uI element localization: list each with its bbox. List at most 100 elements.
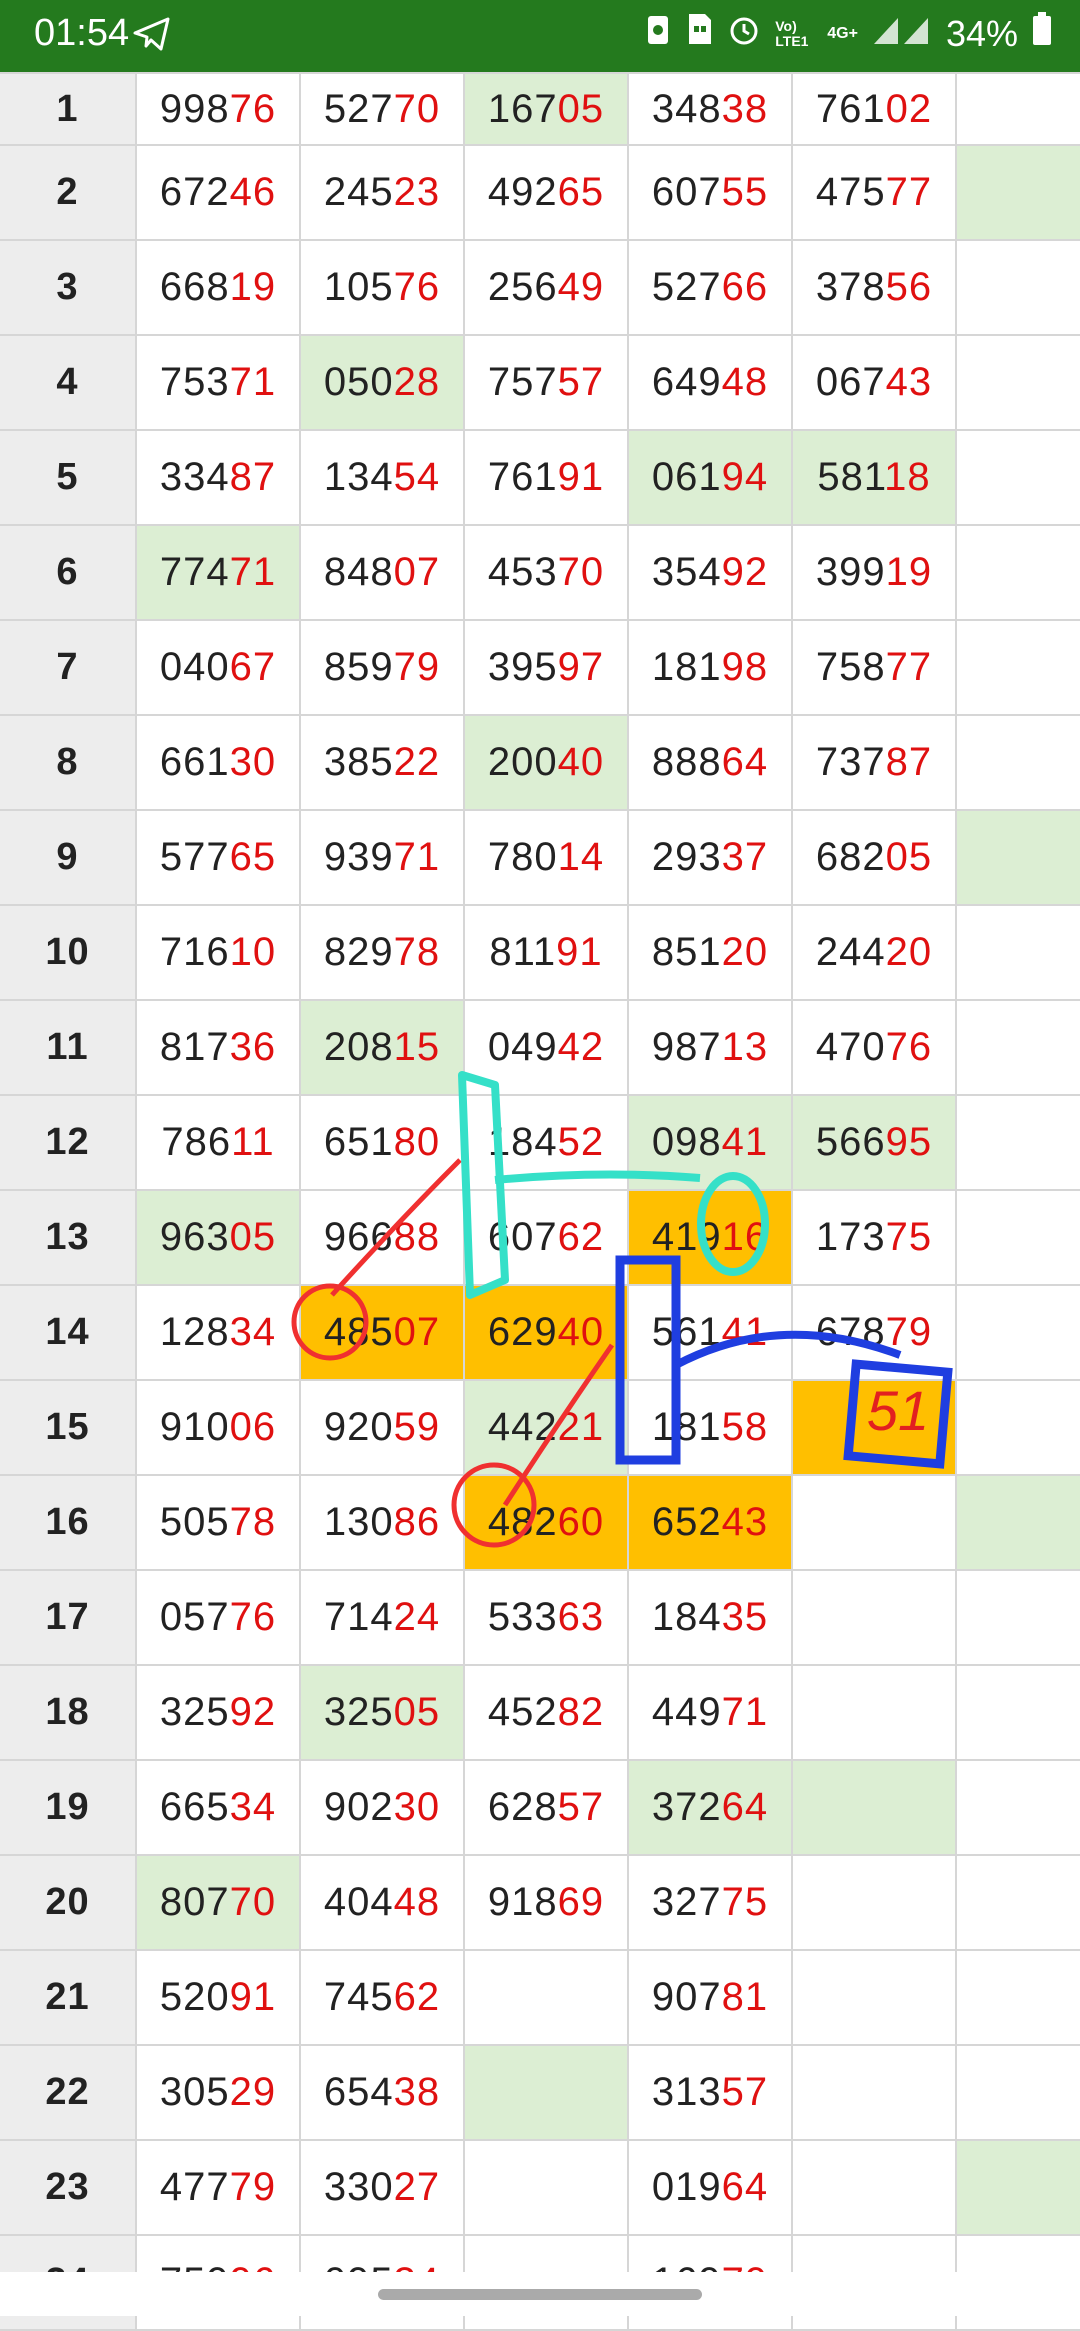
cell-tail-digits: 67: [229, 645, 277, 689]
table-cell: 32775: [627, 1854, 793, 1951]
table-cell: 52766: [627, 239, 793, 336]
table-cell: 64948: [627, 334, 793, 431]
table-cell: [955, 1189, 1080, 1286]
table-cell: 44221: [463, 1379, 629, 1476]
table-cell: [791, 2044, 957, 2141]
cell-lead-digits: 040: [159, 645, 230, 689]
cell-tail-digits: 78: [229, 1500, 277, 1544]
cell-lead-digits: 334: [159, 455, 230, 499]
table-cell: 30529: [135, 2044, 301, 2141]
cell-lead-digits: 561: [651, 1310, 722, 1354]
status-time: 01:54: [34, 12, 130, 54]
table-cell: 91006: [135, 1379, 301, 1476]
cell-tail-digits: 48: [393, 1880, 441, 1924]
table-cell: [955, 1474, 1080, 1571]
row-number: 8: [0, 714, 137, 811]
cell-lead-digits: 050: [323, 360, 394, 404]
table-cell: 90781: [627, 1949, 793, 2046]
table-cell: 99876: [135, 72, 301, 146]
table-cell: 80770: [135, 1854, 301, 1951]
cell-lead-digits: 661: [159, 740, 230, 784]
table-cell: 37264: [627, 1759, 793, 1856]
table-row: 4 75371 05028 75757 64948 06743: [0, 334, 1080, 431]
table-cell: 65243: [627, 1474, 793, 1571]
cell-tail-digits: 10: [229, 930, 277, 974]
cell-tail-digits: 16: [721, 1215, 769, 1259]
cell-tail-digits: 02: [885, 86, 933, 131]
cell-lead-digits: 419: [651, 1215, 722, 1259]
signal-icon: [872, 13, 932, 55]
cell-tail-digits: 70: [557, 550, 605, 594]
alarm-icon: [727, 12, 761, 55]
cell-tail-digits: 65: [229, 835, 277, 879]
table-cell: 47076: [791, 999, 957, 1096]
row-number: 20: [0, 1854, 137, 1951]
cell-lead-digits: 939: [323, 835, 394, 879]
table-row: 23 47779 33027 01964: [0, 2139, 1080, 2236]
cell-lead-digits: 325: [159, 1690, 230, 1734]
table-cell: 29337: [627, 809, 793, 906]
cell-tail-digits: 86: [393, 1500, 441, 1544]
cell-tail-digits: 58: [721, 1405, 769, 1449]
cell-tail-digits: 07: [393, 550, 441, 594]
table-cell: 47577: [791, 144, 957, 241]
cell-lead-digits: 920: [323, 1405, 394, 1449]
cell-lead-digits: 256: [487, 265, 558, 309]
table-cell: [463, 2044, 629, 2141]
table-cell: 18435: [627, 1569, 793, 1666]
row-number: 10: [0, 904, 137, 1001]
navigation-handle[interactable]: [378, 2289, 702, 2300]
table-cell: 20815: [299, 999, 465, 1096]
cell-lead-digits: 811: [489, 930, 557, 974]
cell-tail-digits: 54: [393, 455, 441, 499]
cell-lead-digits: 475: [815, 170, 886, 214]
cell-tail-digits: 11: [231, 1120, 275, 1164]
cell-lead-digits: 482: [487, 1500, 558, 1544]
cell-tail-digits: 77: [885, 170, 933, 214]
table-cell: 50578: [135, 1474, 301, 1571]
cell-lead-digits: 807: [159, 1880, 230, 1924]
row-number: 5: [0, 429, 137, 526]
cell-tail-digits: 57: [721, 2070, 769, 2114]
cell-lead-digits: 061: [651, 455, 722, 499]
cell-lead-digits: 918: [487, 1880, 558, 1924]
cell-tail-digits: 76: [393, 265, 441, 309]
table-row: 3 66819 10576 25649 52766 37856: [0, 239, 1080, 336]
cell-lead-digits: 167: [487, 86, 558, 131]
cell-lead-digits: 652: [651, 1500, 722, 1544]
table-cell: 06743: [791, 334, 957, 431]
cell-lead-digits: 714: [323, 1595, 394, 1639]
cell-lead-digits: 665: [159, 1785, 230, 1829]
cell-tail-digits: 78: [393, 930, 441, 974]
cell-tail-digits: 24: [393, 1595, 441, 1639]
table-cell: 24523: [299, 144, 465, 241]
cell-tail-digits: 15: [393, 1025, 441, 1069]
cell-tail-digits: 30: [393, 1785, 441, 1829]
table-cell: 74562: [299, 1949, 465, 2046]
cell-tail-digits: 35: [721, 1595, 769, 1639]
table-row: 18 32592 32505 45282 44971: [0, 1664, 1080, 1761]
table-cell: 33487: [135, 429, 301, 526]
cell-tail-digits: 05: [557, 86, 605, 131]
cell-lead-digits: 678: [815, 1310, 886, 1354]
cell-lead-digits: 963: [159, 1215, 230, 1259]
row-number: 1: [0, 72, 137, 146]
table-cell: [955, 619, 1080, 716]
cell-lead-digits: 453: [487, 550, 558, 594]
table-cell: 62940: [463, 1284, 629, 1381]
table-cell: [955, 1379, 1080, 1476]
table-cell: 04942: [463, 999, 629, 1096]
table-cell: [955, 72, 1080, 146]
table-cell: 13454: [299, 429, 465, 526]
table-cell: 66130: [135, 714, 301, 811]
cell-tail-digits: 71: [229, 550, 277, 594]
cell-lead-digits: 527: [651, 265, 722, 309]
table-cell: 18158: [627, 1379, 793, 1476]
cell-lead-digits: 452: [487, 1690, 558, 1734]
table-row: 7 04067 85979 39597 18198 75877: [0, 619, 1080, 716]
cell-tail-digits: 34: [229, 1785, 277, 1829]
cell-lead-digits: 757: [487, 360, 558, 404]
cell-lead-digits: 668: [159, 265, 230, 309]
cell-tail-digits: 38: [721, 86, 769, 131]
cell-tail-digits: 92: [229, 1690, 277, 1734]
